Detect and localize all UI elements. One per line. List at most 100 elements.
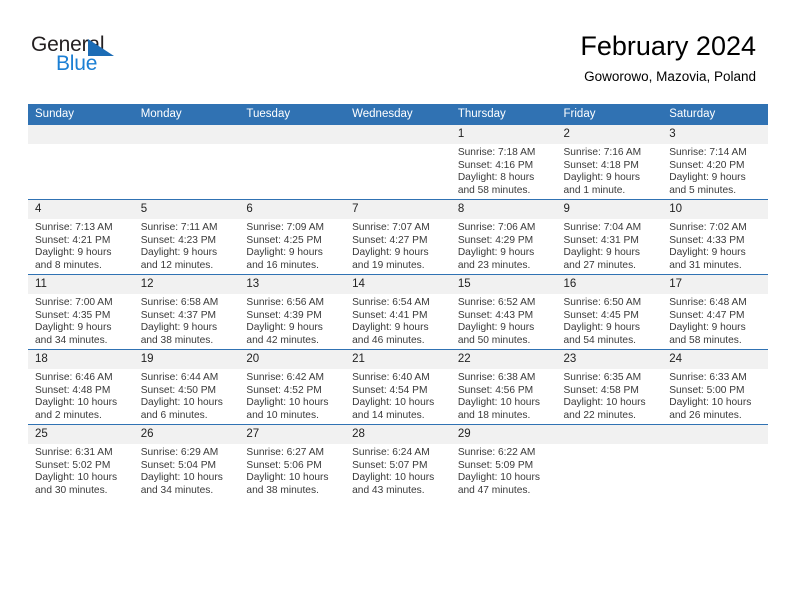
calendar-day-cell[interactable]: 16 Sunrise: 6:50 AM Sunset: 4:45 PM Dayligh…	[556, 274, 663, 350]
calendar-day-cell[interactable]: 17 Sunrise: 6:48 AM Sunset: 4:47 PM Dayligh…	[662, 274, 768, 350]
day-daylight-line1: Daylight: 10 hours	[246, 472, 329, 484]
page-title: February 2024	[580, 31, 756, 61]
calendar-day-cell[interactable]: 20 Sunrise: 6:42 AM Sunset: 4:52 PM Dayligh…	[239, 349, 346, 425]
day-daylight-line2: and 38 minutes.	[246, 484, 319, 496]
day-sunrise: Sunrise: 7:18 AM	[457, 147, 536, 158]
day-daylight-line2: and 46 minutes.	[352, 334, 425, 346]
day-number: 5	[133, 200, 240, 219]
day-sunrise: Sunrise: 6:31 AM	[35, 447, 113, 458]
day-sunrise: Sunrise: 6:42 AM	[246, 372, 324, 383]
calendar-day-cell[interactable]: 18 Sunrise: 6:46 AM Sunset: 4:48 PM Dayligh…	[28, 349, 134, 425]
day-box: 28 Sunrise: 6:24 AM Sunset: 5:07 PM Dayligh…	[345, 425, 451, 499]
calendar-day-cell[interactable]: 6 Sunrise: 7:09 AM Sunset: 4:25 PM Daylight…	[239, 199, 346, 275]
calendar-day-cell[interactable]: 25 Sunrise: 6:31 AM Sunset: 5:02 PM Dayligh…	[28, 424, 134, 499]
day-box: 13 Sunrise: 6:56 AM Sunset: 4:39 PM Dayligh…	[239, 275, 346, 349]
calendar-day-cell[interactable]: 3 Sunrise: 7:14 AM Sunset: 4:20 PM Daylight…	[662, 125, 768, 200]
day-sunset: Sunset: 4:27 PM	[352, 234, 428, 246]
day-number: 2	[556, 125, 663, 144]
day-box	[662, 425, 768, 499]
day-daylight-line1: Daylight: 9 hours	[669, 322, 746, 334]
day-number: 17	[662, 275, 768, 294]
day-box: 5 Sunrise: 7:11 AM Sunset: 4:23 PM Daylight…	[133, 200, 240, 274]
calendar-day-cell[interactable]: 29 Sunrise: 6:22 AM Sunset: 5:09 PM Dayligh…	[450, 424, 557, 499]
day-daylight-line2: and 54 minutes.	[563, 334, 637, 346]
day-details: Sunrise: 7:09 AM Sunset: 4:25 PM Daylight:…	[239, 219, 345, 272]
day-number	[662, 425, 768, 444]
day-sunset: Sunset: 4:20 PM	[669, 159, 745, 171]
calendar-day-cell[interactable]: 11 Sunrise: 7:00 AM Sunset: 4:35 PM Dayligh…	[28, 274, 134, 350]
day-daylight-line2: and 47 minutes.	[457, 484, 531, 496]
calendar-day-cell[interactable]: 15 Sunrise: 6:52 AM Sunset: 4:43 PM Dayligh…	[450, 274, 557, 350]
day-box: 7 Sunrise: 7:07 AM Sunset: 4:27 PM Daylight…	[345, 200, 451, 274]
brand-logo[interactable]: General Blue	[31, 34, 141, 78]
day-box	[133, 125, 240, 199]
day-sunrise: Sunrise: 6:40 AM	[352, 372, 430, 383]
calendar-day-cell[interactable]: 27 Sunrise: 6:27 AM Sunset: 5:06 PM Dayligh…	[239, 424, 346, 499]
day-number: 27	[239, 425, 346, 444]
calendar-day-cell[interactable]: 13 Sunrise: 6:56 AM Sunset: 4:39 PM Dayligh…	[239, 274, 346, 350]
day-number	[556, 425, 663, 444]
day-daylight-line1: Daylight: 10 hours	[35, 397, 118, 409]
calendar-day-cell[interactable]: 9 Sunrise: 7:04 AM Sunset: 4:31 PM Daylight…	[556, 199, 663, 275]
day-details: Sunrise: 6:48 AM Sunset: 4:47 PM Daylight:…	[662, 294, 768, 347]
day-sunrise: Sunrise: 7:06 AM	[457, 222, 536, 233]
day-daylight-line1: Daylight: 9 hours	[246, 322, 323, 334]
day-sunset: Sunset: 5:07 PM	[352, 459, 428, 471]
calendar-day-cell-empty	[662, 424, 768, 499]
calendar-day-cell[interactable]: 8 Sunrise: 7:06 AM Sunset: 4:29 PM Daylight…	[450, 199, 557, 275]
day-sunset: Sunset: 4:41 PM	[352, 309, 428, 321]
day-sunrise: Sunrise: 7:07 AM	[352, 222, 430, 233]
calendar-day-cell[interactable]: 22 Sunrise: 6:38 AM Sunset: 4:56 PM Dayligh…	[450, 349, 557, 425]
day-box: 6 Sunrise: 7:09 AM Sunset: 4:25 PM Daylight…	[239, 200, 346, 274]
day-number: 12	[133, 275, 240, 294]
calendar-day-cell[interactable]: 5 Sunrise: 7:11 AM Sunset: 4:23 PM Daylight…	[133, 199, 240, 275]
day-sunset: Sunset: 4:23 PM	[140, 234, 217, 246]
day-sunrise: Sunrise: 6:58 AM	[140, 297, 219, 308]
calendar-day-cell-empty	[28, 125, 134, 200]
day-number: 21	[345, 350, 451, 369]
day-daylight-line1: Daylight: 8 hours	[457, 172, 535, 184]
calendar-day-cell[interactable]: 14 Sunrise: 6:54 AM Sunset: 4:41 PM Dayligh…	[345, 274, 451, 350]
day-number: 24	[662, 350, 768, 369]
day-sunrise: Sunrise: 7:02 AM	[669, 222, 747, 233]
calendar-day-cell[interactable]: 26 Sunrise: 6:29 AM Sunset: 5:04 PM Dayligh…	[133, 424, 240, 499]
day-daylight-line1: Daylight: 10 hours	[669, 397, 752, 409]
day-box: 20 Sunrise: 6:42 AM Sunset: 4:52 PM Dayligh…	[239, 350, 346, 424]
day-sunset: Sunset: 4:21 PM	[35, 234, 111, 246]
day-sunset: Sunset: 4:31 PM	[563, 234, 639, 246]
calendar-table: Sunday Monday Tuesday Wednesday Thursday Frid…	[28, 104, 768, 499]
day-number: 4	[28, 200, 134, 219]
day-details: Sunrise: 6:56 AM Sunset: 4:39 PM Daylight:…	[239, 294, 345, 347]
calendar-day-cell[interactable]: 12 Sunrise: 6:58 AM Sunset: 4:37 PM Dayligh…	[133, 274, 240, 350]
day-box: 18 Sunrise: 6:46 AM Sunset: 4:48 PM Dayligh…	[28, 350, 134, 424]
day-details: Sunrise: 7:06 AM Sunset: 4:29 PM Daylight:…	[451, 219, 557, 272]
day-number: 14	[345, 275, 451, 294]
calendar-day-cell[interactable]: 4 Sunrise: 7:13 AM Sunset: 4:21 PM Daylight…	[28, 199, 134, 275]
day-number: 13	[239, 275, 346, 294]
weekday-header-monday: Monday	[133, 104, 240, 125]
day-daylight-line1: Daylight: 9 hours	[457, 322, 535, 334]
day-sunrise: Sunrise: 7:11 AM	[140, 222, 218, 233]
calendar-day-cell[interactable]: 19 Sunrise: 6:44 AM Sunset: 4:50 PM Dayligh…	[133, 349, 240, 425]
day-box: 3 Sunrise: 7:14 AM Sunset: 4:20 PM Daylight…	[662, 125, 768, 199]
day-daylight-line2: and 31 minutes.	[669, 259, 742, 271]
day-daylight-line1: Daylight: 10 hours	[35, 472, 118, 484]
calendar-day-cell[interactable]: 23 Sunrise: 6:35 AM Sunset: 4:58 PM Dayligh…	[556, 349, 663, 425]
day-box: 1 Sunrise: 7:18 AM Sunset: 4:16 PM Daylight…	[450, 125, 557, 199]
day-details: Sunrise: 7:14 AM Sunset: 4:20 PM Daylight:…	[662, 144, 768, 197]
day-daylight-line2: and 2 minutes.	[35, 409, 102, 421]
day-number: 3	[662, 125, 768, 144]
calendar-day-cell[interactable]: 21 Sunrise: 6:40 AM Sunset: 4:54 PM Dayligh…	[345, 349, 451, 425]
day-box	[239, 125, 346, 199]
day-daylight-line2: and 26 minutes.	[669, 409, 742, 421]
calendar-day-cell[interactable]: 7 Sunrise: 7:07 AM Sunset: 4:27 PM Daylight…	[345, 199, 451, 275]
calendar-day-cell[interactable]: 2 Sunrise: 7:16 AM Sunset: 4:18 PM Daylight…	[556, 125, 663, 200]
day-sunset: Sunset: 5:00 PM	[669, 384, 745, 396]
calendar-day-cell[interactable]: 24 Sunrise: 6:33 AM Sunset: 5:00 PM Dayligh…	[662, 349, 768, 425]
calendar-day-cell[interactable]: 1 Sunrise: 7:18 AM Sunset: 4:16 PM Daylight…	[450, 125, 557, 200]
calendar-day-cell[interactable]: 28 Sunrise: 6:24 AM Sunset: 5:07 PM Dayligh…	[345, 424, 451, 499]
day-daylight-line2: and 38 minutes.	[140, 334, 214, 346]
calendar-day-cell[interactable]: 10 Sunrise: 7:02 AM Sunset: 4:33 PM Dayligh…	[662, 199, 768, 275]
calendar-week-row: 1 Sunrise: 7:18 AM Sunset: 4:16 PM Daylight…	[28, 125, 768, 200]
day-daylight-line2: and 27 minutes.	[563, 259, 637, 271]
